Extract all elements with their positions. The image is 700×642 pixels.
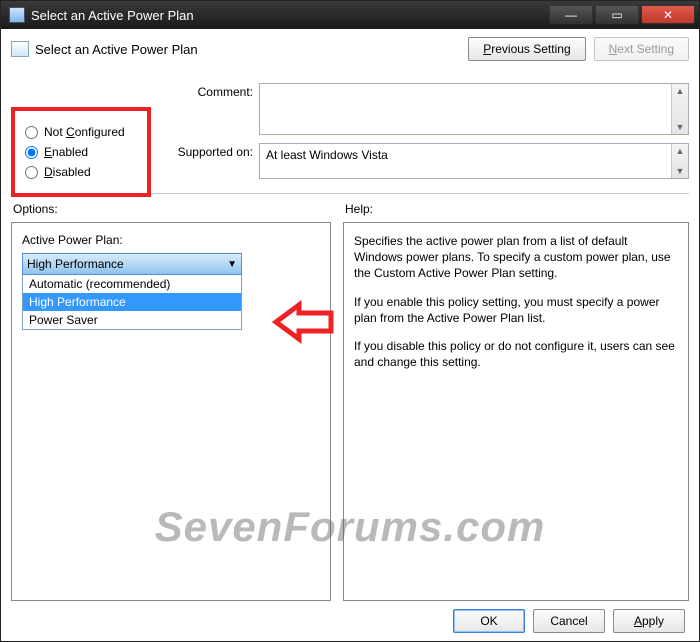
help-paragraph-1: Specifies the active power plan from a l… bbox=[354, 233, 678, 282]
close-button[interactable]: ✕ bbox=[641, 6, 695, 24]
comment-label: Comment: bbox=[171, 83, 259, 99]
radio-not-configured-label[interactable]: Not Configured bbox=[44, 125, 125, 139]
titlebar[interactable]: Select an Active Power Plan — ▭ ✕ bbox=[1, 1, 699, 29]
radio-disabled-label[interactable]: Disabled bbox=[44, 165, 91, 179]
gpo-editor-window: Select an Active Power Plan — ▭ ✕ Select… bbox=[0, 0, 700, 642]
radio-enabled-label[interactable]: Enabled bbox=[44, 145, 88, 159]
supported-on-value: At least Windows Vista bbox=[266, 148, 388, 162]
split-pane: Options: Active Power Plan: High Perform… bbox=[11, 198, 689, 601]
active-power-plan-label: Active Power Plan: bbox=[22, 233, 320, 247]
next-setting-button: Next Setting bbox=[594, 37, 689, 61]
page-title: Select an Active Power Plan bbox=[35, 42, 198, 57]
ok-button[interactable]: OK bbox=[453, 609, 525, 633]
previous-setting-button[interactable]: Previous Setting bbox=[468, 37, 585, 61]
window-controls: — ▭ ✕ bbox=[549, 6, 695, 24]
radio-enabled[interactable] bbox=[25, 146, 38, 159]
policy-icon bbox=[11, 41, 29, 57]
plan-option-high-performance[interactable]: High Performance bbox=[23, 293, 241, 311]
state-radio-group: Not Configured Enabled Disabled bbox=[11, 107, 151, 197]
help-paragraph-2: If you enable this policy setting, you m… bbox=[354, 294, 678, 326]
help-column: Help: Specifies the active power plan fr… bbox=[343, 198, 689, 601]
policy-fields: Comment: ▲▼ Supported on: At least Windo… bbox=[171, 83, 689, 187]
window-icon bbox=[9, 7, 25, 23]
chevron-down-icon: ▼ bbox=[227, 259, 237, 270]
dialog-button-bar: OK Cancel Apply bbox=[11, 601, 689, 633]
cancel-button[interactable]: Cancel bbox=[533, 609, 605, 633]
header-row: Select an Active Power Plan Previous Set… bbox=[11, 37, 689, 77]
window-title: Select an Active Power Plan bbox=[31, 8, 549, 23]
supported-scrollbar[interactable]: ▲▼ bbox=[671, 144, 688, 178]
supported-on-box: At least Windows Vista ▲▼ bbox=[259, 143, 689, 179]
apply-button[interactable]: Apply bbox=[613, 609, 685, 633]
radio-disabled[interactable] bbox=[25, 166, 38, 179]
supported-label: Supported on: bbox=[171, 143, 259, 159]
options-column: Options: Active Power Plan: High Perform… bbox=[11, 198, 331, 601]
active-power-plan-combo[interactable]: High Performance ▼ bbox=[22, 253, 242, 275]
maximize-button[interactable]: ▭ bbox=[595, 6, 639, 24]
content-area: Select an Active Power Plan Previous Set… bbox=[1, 29, 699, 641]
comment-textarea[interactable]: ▲▼ bbox=[259, 83, 689, 135]
comment-scrollbar[interactable]: ▲▼ bbox=[671, 84, 688, 134]
radio-not-configured[interactable] bbox=[25, 126, 38, 139]
help-panel: Specifies the active power plan from a l… bbox=[343, 222, 689, 601]
plan-option-automatic[interactable]: Automatic (recommended) bbox=[23, 275, 241, 293]
active-power-plan-dropdown[interactable]: Automatic (recommended) High Performance… bbox=[22, 275, 242, 330]
help-paragraph-3: If you disable this policy or do not con… bbox=[354, 338, 678, 370]
minimize-button[interactable]: — bbox=[549, 6, 593, 24]
combo-selected-value: High Performance bbox=[27, 257, 124, 271]
options-panel: Active Power Plan: High Performance ▼ Au… bbox=[11, 222, 331, 601]
options-heading: Options: bbox=[13, 202, 331, 216]
plan-option-power-saver[interactable]: Power Saver bbox=[23, 311, 241, 329]
help-heading: Help: bbox=[345, 202, 689, 216]
